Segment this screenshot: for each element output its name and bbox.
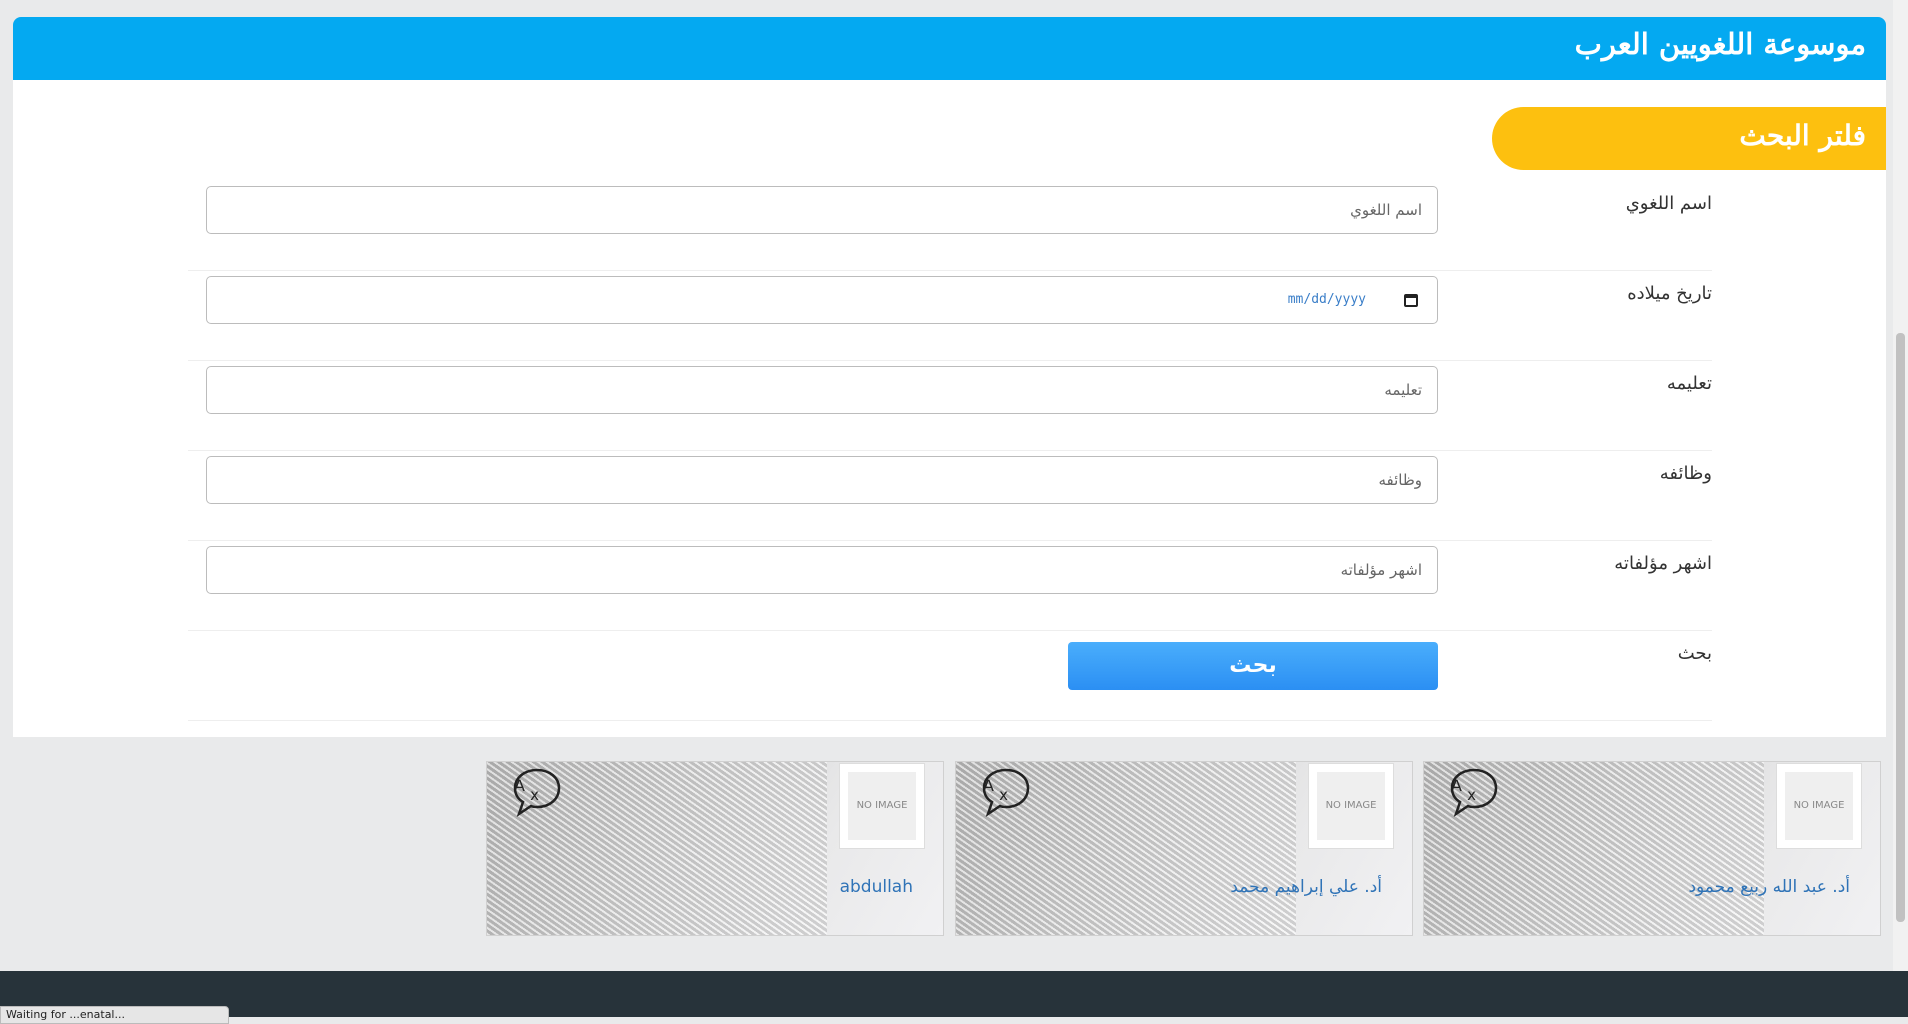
education-placeholder: تعليمه — [1384, 381, 1422, 399]
card-name[interactable]: abdullah — [840, 877, 913, 897]
jobs-input[interactable]: وظائفه — [206, 456, 1438, 504]
search-button[interactable]: بحث — [1068, 642, 1438, 690]
form-row-works: اشهر مؤلفاته اشهر مؤلفاته — [188, 540, 1712, 631]
linguist-name-label: اسم اللغوي — [1625, 193, 1712, 214]
linguist-name-input[interactable]: اسم اللغوي — [206, 186, 1438, 234]
site-footer — [0, 971, 1908, 1017]
svg-text:x: x — [530, 786, 539, 804]
linguist-card[interactable]: A x NO IMAGE أد. عبد الله ربيع محمود — [1423, 761, 1881, 936]
education-input[interactable]: تعليمه — [206, 366, 1438, 414]
form-row-linguist-name: اسم اللغوي اسم اللغوي — [188, 180, 1712, 271]
form-row-jobs: وظائفه وظائفه — [188, 450, 1712, 541]
form-row-education: تعليمه تعليمه — [188, 360, 1712, 451]
translate-icon: A x — [1450, 768, 1498, 818]
page-scrollbar[interactable] — [1893, 0, 1908, 971]
card-name[interactable]: أد. علي إبراهيم محمد — [1230, 877, 1382, 897]
birth-date-placeholder: mm/dd/yyyy — [1287, 292, 1366, 307]
translate-icon: A x — [513, 768, 561, 818]
card-thumbnail: NO IMAGE — [839, 763, 925, 849]
linguist-card[interactable]: A x NO IMAGE أد. علي إبراهيم محمد — [955, 761, 1413, 936]
filter-panel: فلتر البحث اسم اللغوي اسم اللغوي تاريخ م… — [13, 80, 1886, 737]
card-thumbnail: NO IMAGE — [1776, 763, 1862, 849]
svg-text:x: x — [1467, 786, 1476, 804]
jobs-label: وظائفه — [1659, 463, 1712, 484]
birth-date-input[interactable]: mm/dd/yyyy — [206, 276, 1438, 324]
svg-text:A: A — [1451, 776, 1462, 795]
site-title: موسوعة اللغويين العرب — [1574, 27, 1866, 61]
svg-text:x: x — [999, 786, 1008, 804]
card-name[interactable]: أد. عبد الله ربيع محمود — [1688, 877, 1850, 897]
birth-date-label: تاريخ ميلاده — [1627, 283, 1712, 304]
education-label: تعليمه — [1666, 373, 1712, 394]
card-thumbnail: NO IMAGE — [1308, 763, 1394, 849]
form-row-birth-date: تاريخ ميلاده mm/dd/yyyy — [188, 270, 1712, 361]
browser-status-bar: Waiting for ...enatal... — [0, 1006, 229, 1024]
svg-text:A: A — [514, 776, 525, 795]
no-image-placeholder: NO IMAGE — [1317, 772, 1385, 840]
no-image-placeholder: NO IMAGE — [848, 772, 916, 840]
works-label: اشهر مؤلفاته — [1614, 553, 1712, 574]
linguist-name-placeholder: اسم اللغوي — [1350, 201, 1422, 219]
works-placeholder: اشهر مؤلفاته — [1340, 561, 1422, 579]
filter-title: فلتر البحث — [1739, 119, 1866, 152]
filter-title-badge: فلتر البحث — [1492, 107, 1886, 170]
jobs-placeholder: وظائفه — [1378, 471, 1422, 489]
svg-text:A: A — [983, 776, 994, 795]
translate-icon: A x — [982, 768, 1030, 818]
search-label: بحث — [1677, 643, 1712, 664]
site-header: موسوعة اللغويين العرب — [13, 17, 1886, 80]
works-input[interactable]: اشهر مؤلفاته — [206, 546, 1438, 594]
form-row-search: بحث بحث — [188, 630, 1712, 721]
scrollbar-thumb[interactable] — [1896, 333, 1905, 922]
calendar-icon[interactable] — [1404, 294, 1418, 307]
linguist-card[interactable]: A x NO IMAGE abdullah — [486, 761, 944, 936]
no-image-placeholder: NO IMAGE — [1785, 772, 1853, 840]
